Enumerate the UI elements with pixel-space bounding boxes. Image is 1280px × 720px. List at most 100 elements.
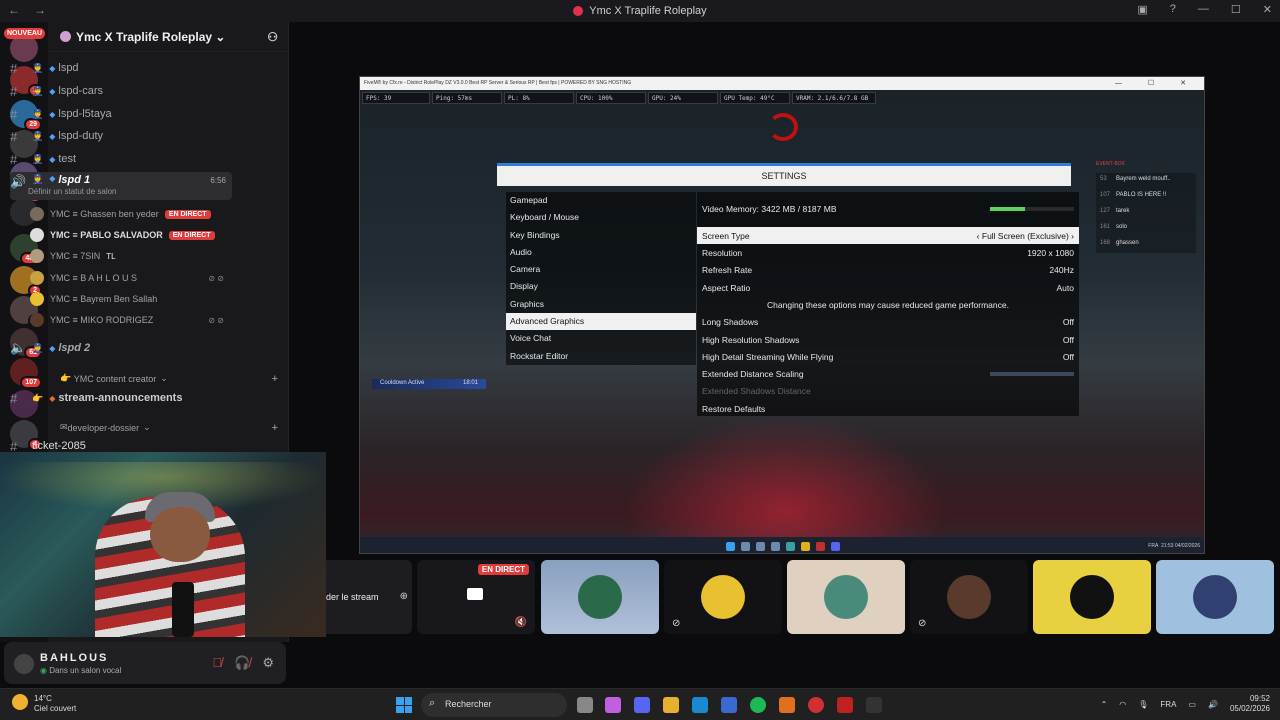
add-member-icon[interactable]: ⚇: [267, 30, 278, 44]
game-window-controls[interactable]: — ☐ ✕: [1115, 79, 1198, 87]
clock[interactable]: 09:52 05/02/2026: [1230, 694, 1270, 714]
option-extended-distance[interactable]: Extended Distance Scaling: [697, 365, 1079, 382]
help-icon[interactable]: ?: [1170, 3, 1176, 16]
participant-tile[interactable]: ⊘: [910, 560, 1028, 634]
channel-lspd[interactable]: # 👮 ◆ lspd: [10, 58, 232, 78]
participant-tile[interactable]: [1156, 560, 1274, 634]
windows-start-button[interactable]: [396, 697, 412, 713]
live-badge: EN DIRECT: [168, 230, 215, 240]
mic-icon[interactable]: 🎙: [1138, 700, 1148, 709]
participant-tile[interactable]: ⊘: [664, 560, 782, 634]
fivem-icon[interactable]: [808, 697, 824, 713]
stream-tile[interactable]: EN DIRECT 🔇: [417, 560, 535, 634]
avatar[interactable]: [14, 654, 34, 674]
option-aspect-ratio[interactable]: Aspect Ratio Auto: [697, 279, 1079, 296]
menu-item-voice-chat[interactable]: Voice Chat: [506, 330, 696, 348]
slider[interactable]: [990, 371, 1074, 376]
app-icon: [816, 541, 825, 551]
taskbar-search[interactable]: ⌕ Rechercher: [421, 693, 567, 717]
mic-muted-icon[interactable]: 🎙̸: [212, 655, 222, 671]
perf-gpu: GPU: 24%: [648, 92, 718, 104]
close-button[interactable]: ✕: [1263, 3, 1272, 16]
option-resolution[interactable]: Resolution 1920 x 1080: [697, 244, 1079, 261]
option-high-res-shadows[interactable]: High Resolution Shadows Off: [697, 331, 1079, 348]
menu-item-rockstar-editor[interactable]: Rockstar Editor: [506, 347, 696, 365]
avatar: [30, 228, 44, 242]
forward-arrow-icon[interactable]: →: [34, 3, 46, 17]
menu-item-display[interactable]: Display: [506, 278, 696, 296]
user-name: BAHLOUS: [40, 652, 109, 664]
spotify-icon[interactable]: [750, 697, 766, 713]
add-channel-icon[interactable]: +: [272, 422, 278, 434]
network-icon[interactable]: ▭: [1188, 700, 1196, 709]
nav-arrows[interactable]: ← →: [8, 3, 60, 17]
app-icon[interactable]: [866, 697, 882, 713]
channel-test[interactable]: # 👮 ◆ test: [10, 149, 232, 169]
back-arrow-icon[interactable]: ←: [8, 3, 20, 17]
leave-stream-button[interactable]: der le stream ⊕: [326, 560, 412, 634]
menu-item-camera[interactable]: Camera: [506, 261, 696, 279]
new-badge: NOUVEAU: [4, 28, 46, 39]
minimize-button[interactable]: —: [1198, 3, 1209, 16]
discord-icon[interactable]: [634, 697, 650, 713]
task-view-icon[interactable]: [577, 697, 593, 713]
channel-lspd-cars[interactable]: # 👮 ◆ lspd-cars: [10, 81, 232, 101]
avatar: [30, 313, 44, 327]
category-content-creator[interactable]: 👉 YMC content creator ⌄ +: [60, 373, 278, 385]
voice-user[interactable]: YMC ≡ Ghassen ben yeder EN DIRECT: [30, 204, 230, 224]
chevron-up-icon[interactable]: ⌃: [1101, 700, 1108, 709]
headset-muted-icon[interactable]: 🎧̸: [234, 655, 250, 671]
voice-channel-lspd-2[interactable]: 🔈 👮 ◆ lspd 2: [10, 338, 232, 358]
voice-user[interactable]: YMC ≡ Bayrem Ben Sallah: [30, 289, 230, 309]
menu-item-graphics[interactable]: Graphics: [506, 295, 696, 314]
server-header[interactable]: Ymc X Traplife Roleplay ⌄ ⚇: [48, 22, 288, 52]
server-badge-icon: [60, 31, 71, 42]
channel-lspd-duty[interactable]: # 👮 ◆ lspd-duty: [10, 126, 232, 146]
option-hd-streaming[interactable]: High Detail Streaming While Flying Off: [697, 348, 1079, 365]
language-indicator[interactable]: FRA: [1160, 700, 1176, 709]
option-value: Auto: [1056, 282, 1075, 293]
inbox-icon[interactable]: ▣: [1137, 3, 1147, 16]
game-window[interactable]: FiveM® by Cfx.re - District RolePlay DZ …: [359, 76, 1205, 554]
settings-title: SETTINGS: [497, 166, 1071, 186]
menu-item-keyboard-mouse[interactable]: Keyboard / Mouse: [506, 209, 696, 227]
store-icon[interactable]: [721, 697, 737, 713]
menu-item-key-bindings[interactable]: Key Bindings: [506, 226, 696, 244]
file-explorer-icon[interactable]: [663, 697, 679, 713]
menu-item-audio[interactable]: Audio: [506, 243, 696, 262]
player-row: 53 Bayrem weld mouff..: [1096, 173, 1196, 189]
voice-user[interactable]: YMC ≡ 7SIN TL: [30, 246, 230, 266]
channel-stream-announcements[interactable]: # 👉 ◆ stream-announcements: [10, 388, 232, 408]
copilot-icon[interactable]: [605, 697, 621, 713]
maximize-button[interactable]: ☐: [1231, 3, 1241, 16]
option-refresh-rate[interactable]: Refresh Rate 240Hz: [697, 261, 1079, 278]
channel-status[interactable]: Définir un statut de salon: [28, 187, 117, 196]
voice-user[interactable]: YMC ≡ B A H L O U S ⊘ ⊘: [30, 268, 230, 288]
add-channel-icon[interactable]: +: [272, 373, 278, 385]
gear-icon[interactable]: ⚙: [262, 655, 274, 671]
menu-item-gamepad[interactable]: Gamepad: [506, 192, 696, 210]
voice-user[interactable]: YMC ≡ PABLO SALVADOR EN DIRECT: [30, 225, 230, 245]
menu-item-advanced-graphics[interactable]: Advanced Graphics: [506, 313, 696, 331]
volume-muted-icon[interactable]: 🔇: [515, 617, 527, 628]
app-icon[interactable]: [779, 697, 795, 713]
channel-lspd-l5taya[interactable]: # 👮 ◆ lspd-l5taya: [10, 104, 232, 124]
participant-tile[interactable]: [541, 560, 659, 634]
participant-tile[interactable]: [1033, 560, 1151, 634]
wifi-icon[interactable]: ◠: [1119, 700, 1126, 709]
app-icon[interactable]: [837, 697, 853, 713]
category-developer-dossier[interactable]: ✉ developer-dossier ⌄ +: [60, 422, 278, 434]
voice-user[interactable]: YMC ≡ MIKO RODRIGEZ ⊘ ⊘: [30, 310, 230, 330]
restore-defaults-button[interactable]: Restore Defaults: [697, 400, 1079, 417]
voice-channel-lspd-1[interactable]: 🔊 👮 ◆ lspd 1 6:56 Définir un statut de salo…: [10, 172, 232, 200]
option-screen-type[interactable]: Screen Type ‹ Full Screen (Exclusive) ›: [697, 227, 1079, 244]
weather-widget[interactable]: 14°C Ciel couvert: [12, 694, 76, 714]
option-long-shadows[interactable]: Long Shadows Off: [697, 313, 1079, 330]
popout-icon[interactable]: ⊕: [400, 591, 408, 602]
volume-icon[interactable]: 🔊: [1208, 700, 1218, 709]
server-icon[interactable]: 107: [10, 358, 42, 389]
hash-icon: #: [10, 128, 18, 144]
edge-icon[interactable]: [692, 697, 708, 713]
participant-tile[interactable]: [787, 560, 905, 634]
hash-icon: #: [10, 60, 18, 76]
